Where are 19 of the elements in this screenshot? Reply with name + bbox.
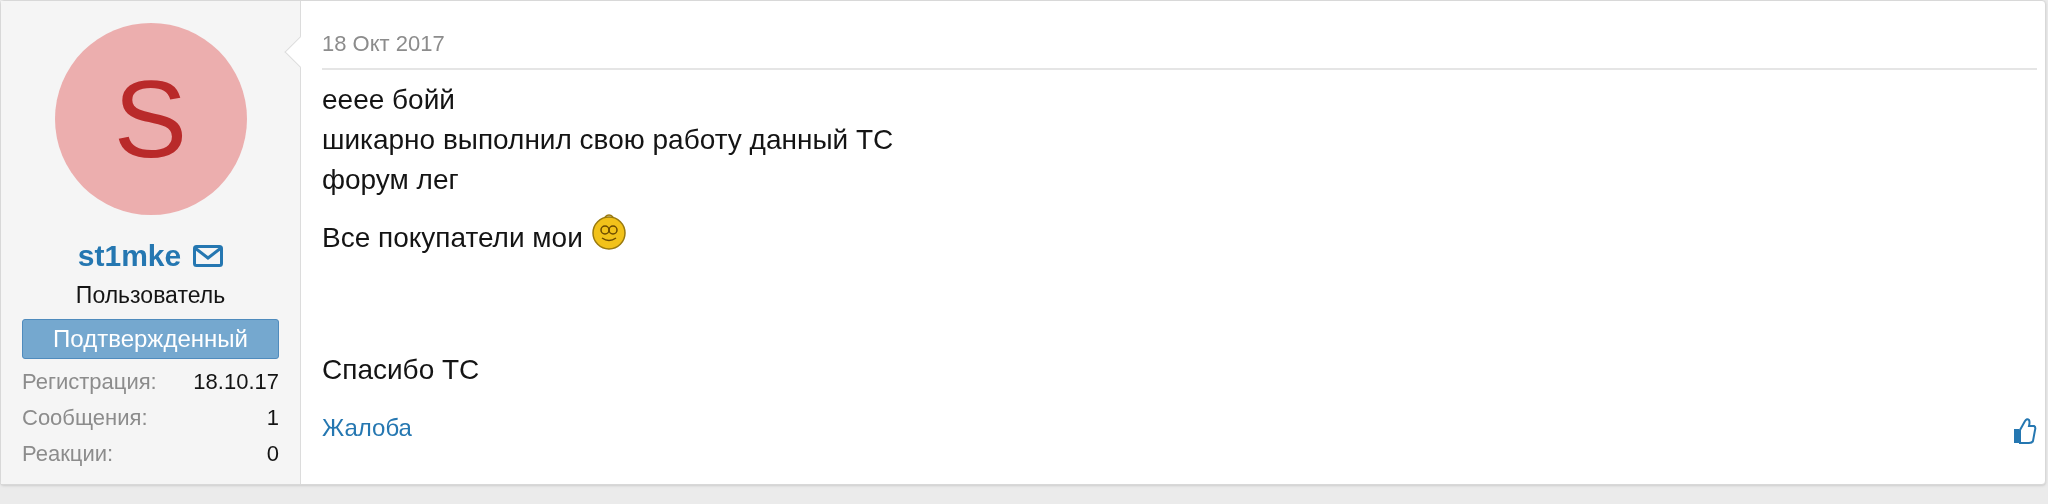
post-date[interactable]: 18 Окт 2017 [322, 27, 2037, 70]
stat-label: Сообщения: [22, 403, 148, 432]
message-line: Спасибо ТС [322, 353, 480, 387]
stat-value: 0 [266, 439, 279, 468]
message-line: форум лег [322, 163, 459, 197]
thumbs-up-icon[interactable] [2013, 418, 2037, 444]
mail-icon[interactable] [193, 244, 224, 267]
user-banner: Подтвержденный [22, 318, 279, 359]
stat-label: Реакции: [22, 439, 114, 468]
user-title: Пользователь [75, 281, 226, 310]
message-line: шикарно выполнил свою работу данный ТС [322, 123, 894, 157]
stat-value: 1 [266, 403, 279, 432]
stat-value: 18.10.17 [193, 367, 279, 396]
report-link[interactable]: Жалоба [322, 410, 412, 446]
stat-label: Регистрация: [22, 367, 157, 396]
username-link[interactable]: st1mke [77, 233, 182, 278]
message-line: Все покупатели мои [322, 221, 583, 255]
avatar[interactable]: S [54, 23, 247, 215]
message-line: eeee бойй [322, 83, 455, 117]
